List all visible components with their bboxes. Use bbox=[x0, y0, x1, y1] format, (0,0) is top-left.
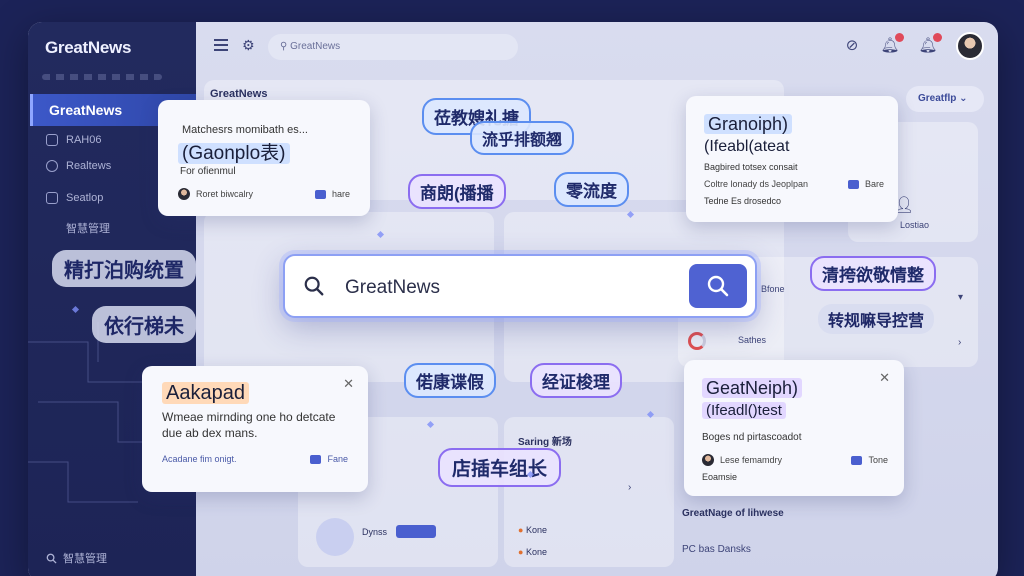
chevron-down-icon[interactable]: ▾ bbox=[958, 292, 963, 303]
result-card-3[interactable]: ✕ Aakapad Wmeae mirnding one ho detcate … bbox=[142, 366, 368, 492]
help-icon[interactable]: ⊘ bbox=[842, 36, 862, 56]
floating-label: 经证梭理 bbox=[530, 363, 622, 398]
avatar[interactable] bbox=[956, 32, 984, 60]
floating-label: 精打泊购统置 bbox=[52, 250, 196, 287]
chart-ring bbox=[316, 518, 354, 556]
folder-icon bbox=[46, 134, 58, 146]
bg-text: Kone bbox=[525, 525, 547, 535]
top-search-input[interactable]: ⚲ GreatNews bbox=[268, 34, 518, 60]
bg-text: Sathes bbox=[738, 335, 767, 345]
floating-label: 零流度 bbox=[554, 172, 629, 207]
bg-text: GreatNage of lihwese bbox=[682, 508, 784, 519]
notification-badge bbox=[895, 33, 904, 42]
floating-label: 流乎排额翘 bbox=[470, 121, 575, 155]
bg-text: PC bas Dansks bbox=[682, 544, 751, 555]
list-icon bbox=[46, 192, 58, 204]
result-card-4[interactable]: ✕ GeatNeiph) (Ifeadl()test Boges nd pirt… bbox=[684, 360, 904, 496]
card-headline: Granoiph) bbox=[704, 114, 793, 134]
bg-text: Kone bbox=[525, 547, 547, 557]
result-card-2[interactable]: Granoiph) (Ifeabl(ateat Bagbired totsex … bbox=[686, 96, 898, 222]
close-icon[interactable]: ✕ bbox=[343, 376, 354, 392]
close-icon[interactable]: ✕ bbox=[879, 370, 890, 386]
bg-text: Bfone bbox=[761, 284, 785, 294]
bg-text: Saring 新场 bbox=[518, 437, 572, 448]
topbar-actions: ⊘ 🔔︎ 🔔︎ bbox=[842, 32, 984, 60]
share-icon[interactable] bbox=[314, 189, 326, 199]
sidebar-item-2[interactable]: Realtews bbox=[46, 160, 111, 172]
status-badge bbox=[396, 525, 436, 538]
author-avatar bbox=[178, 188, 190, 200]
share-icon[interactable] bbox=[851, 455, 863, 465]
floating-label: 转规嘛导控营 bbox=[818, 304, 935, 334]
bg-text: Lostiao bbox=[900, 220, 930, 230]
progress-ring bbox=[688, 332, 706, 350]
brand-logo: GreatNews bbox=[45, 38, 132, 57]
dashboard-title: GreatNews bbox=[210, 88, 268, 100]
card-headline: Aakapad bbox=[162, 382, 249, 404]
shield-icon bbox=[46, 160, 58, 172]
gear-icon[interactable]: ⚙ bbox=[242, 37, 255, 54]
share-icon[interactable] bbox=[847, 179, 859, 189]
search-button[interactable] bbox=[689, 264, 747, 308]
search-bar[interactable]: GreatNews bbox=[283, 254, 757, 318]
dot-icon: ● bbox=[518, 525, 524, 535]
floating-label: 依行梯未 bbox=[92, 306, 196, 343]
search-input[interactable]: GreatNews bbox=[345, 277, 440, 299]
search-icon bbox=[46, 553, 57, 564]
search-icon bbox=[707, 275, 729, 297]
sidebar-item-3[interactable]: Seatlop bbox=[46, 192, 103, 204]
author-avatar bbox=[702, 454, 714, 466]
sidebar-item-4[interactable]: 智慧管理 bbox=[66, 220, 110, 236]
filter-dropdown[interactable]: Greatflp ⌄ bbox=[906, 86, 984, 112]
menu-icon[interactable] bbox=[214, 39, 228, 51]
notification-badge bbox=[933, 33, 942, 42]
chevron-right-icon[interactable]: › bbox=[958, 337, 961, 348]
share-icon[interactable] bbox=[310, 454, 322, 464]
bell-icon[interactable]: 🔔︎ bbox=[880, 33, 904, 56]
floating-label: 店插车组长 bbox=[438, 448, 562, 487]
app-window: GreatNews GreatNews RAH06 Realtews Seatl… bbox=[28, 22, 998, 576]
sidebar-item-1[interactable]: RAH06 bbox=[46, 134, 101, 146]
sidebar-divider bbox=[42, 74, 162, 80]
sidebar-footer[interactable]: 智慧管理 bbox=[46, 550, 107, 566]
floating-label: 商朗(播播 bbox=[408, 174, 506, 209]
card-headline: (Gaonplo表) bbox=[178, 143, 290, 164]
search-icon: ⚲ bbox=[280, 41, 291, 52]
dot-icon: ● bbox=[518, 547, 524, 557]
topbar: ⚙ ⚲ GreatNews ⊘ 🔔︎ 🔔︎ bbox=[196, 22, 998, 70]
floating-label: 偌康谍假 bbox=[404, 363, 496, 398]
chevron-right-icon[interactable]: › bbox=[628, 482, 631, 493]
card-headline: GeatNeiph) bbox=[702, 378, 803, 398]
alert-bell-icon[interactable]: 🔔︎ bbox=[918, 33, 942, 56]
floating-label: 清挎欲敬情整 bbox=[810, 256, 936, 291]
bg-text: Dynss bbox=[362, 527, 388, 537]
result-card-1[interactable]: Matchesrs momibath es... (Gaonplo表) For … bbox=[158, 100, 370, 216]
search-icon bbox=[304, 276, 324, 296]
